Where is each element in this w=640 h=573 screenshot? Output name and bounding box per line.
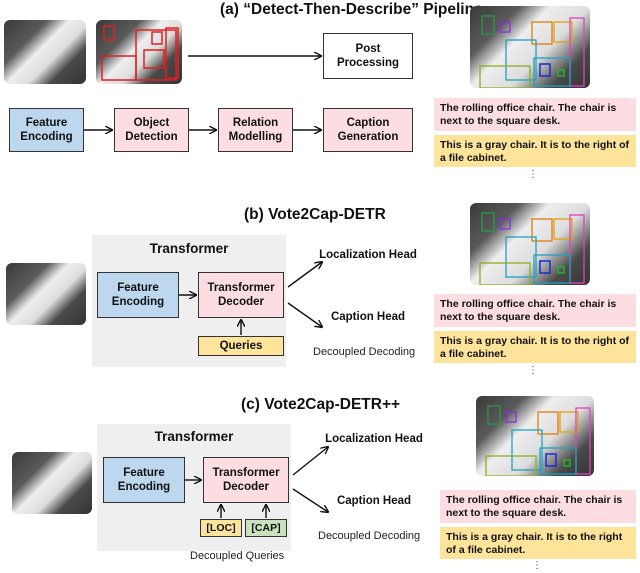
c-arrow-to-caption-head (292, 488, 328, 512)
c-arrow-to-localization-head (292, 447, 328, 476)
diagram-arrows (84, 0, 640, 518)
b-arrow-to-caption-head (287, 302, 322, 327)
b-arrow-to-localization-head (287, 262, 322, 288)
